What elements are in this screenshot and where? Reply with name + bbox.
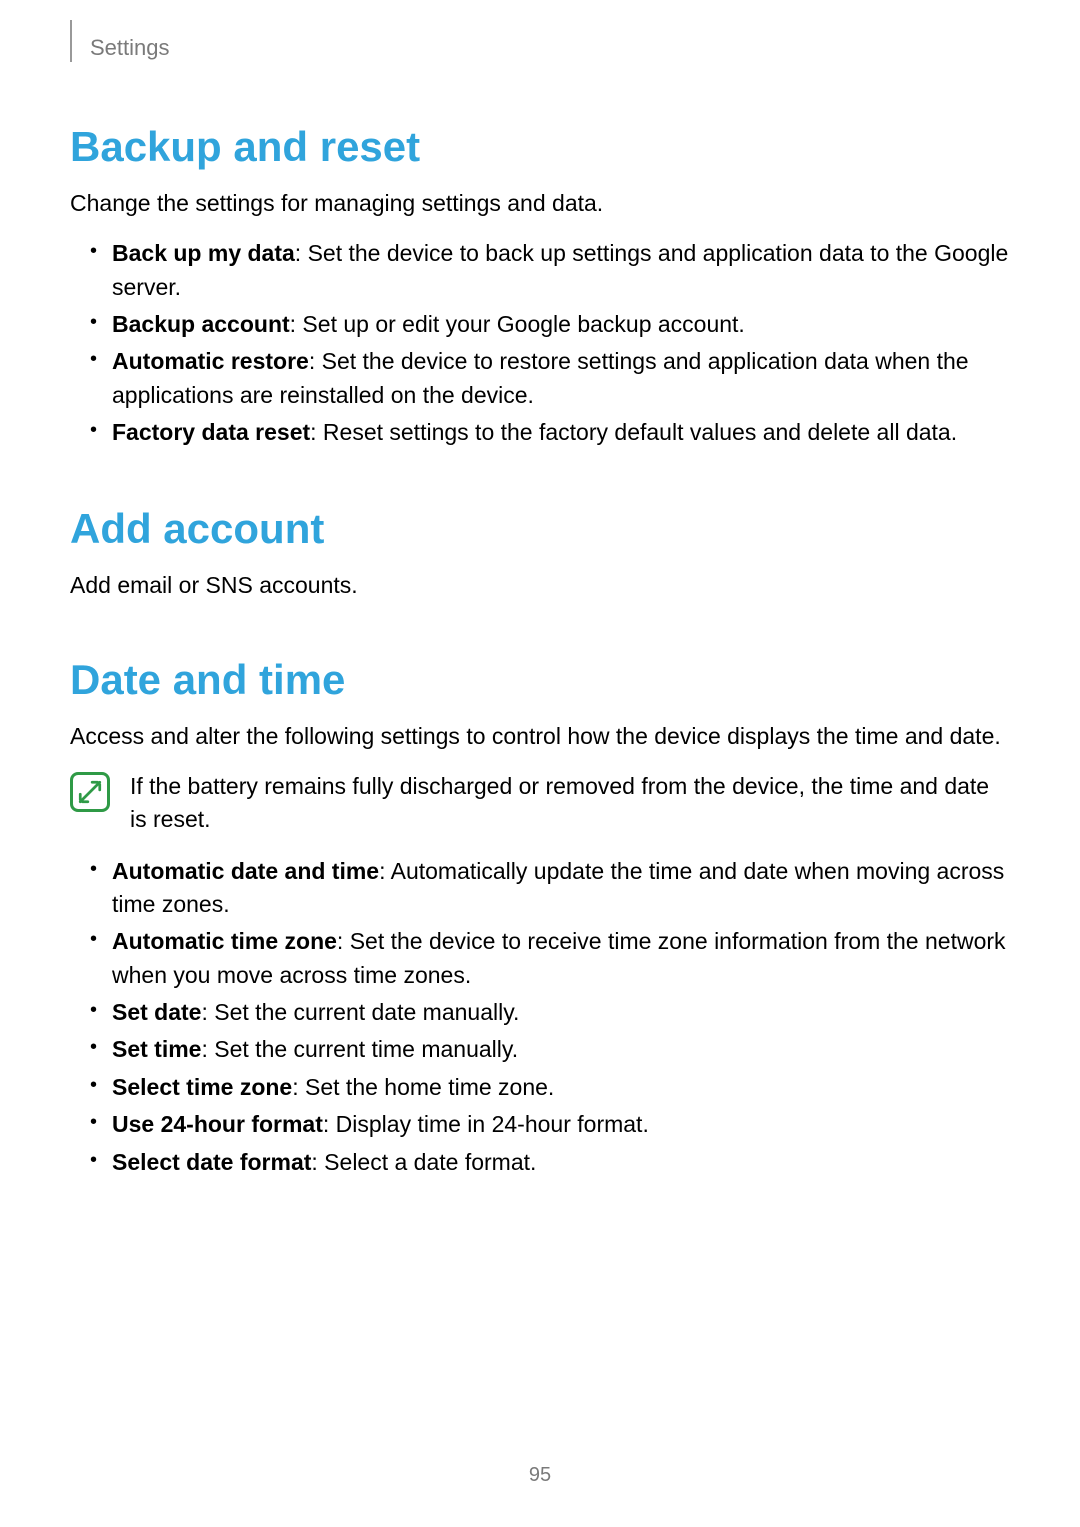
header-bar: Settings bbox=[70, 30, 1010, 72]
heading-date-and-time: Date and time bbox=[70, 655, 1010, 705]
item-desc: : Display time in 24-hour format. bbox=[323, 1111, 649, 1137]
item-label: Automatic time zone bbox=[112, 928, 337, 954]
item-desc: : Select a date format. bbox=[311, 1149, 536, 1175]
list-item: Set time: Set the current time manually. bbox=[112, 1033, 1010, 1066]
heading-add-account: Add account bbox=[70, 504, 1010, 554]
intro-backup: Change the settings for managing setting… bbox=[70, 188, 1010, 219]
item-label: Set date bbox=[112, 999, 201, 1025]
item-label: Automatic restore bbox=[112, 348, 309, 374]
list-item: Select time zone: Set the home time zone… bbox=[112, 1071, 1010, 1104]
list-item: Back up my data: Set the device to back … bbox=[112, 237, 1010, 304]
item-label: Backup account bbox=[112, 311, 290, 337]
header-divider bbox=[70, 20, 72, 62]
item-label: Select time zone bbox=[112, 1074, 292, 1100]
note-text: If the battery remains fully discharged … bbox=[130, 770, 1010, 834]
item-label: Factory data reset bbox=[112, 419, 310, 445]
item-label: Set time bbox=[112, 1036, 201, 1062]
list-date-time: Automatic date and time: Automatically u… bbox=[70, 855, 1010, 1179]
section-add-account: Add account Add email or SNS accounts. bbox=[70, 504, 1010, 601]
section-date-and-time: Date and time Access and alter the follo… bbox=[70, 655, 1010, 1179]
intro-date-time: Access and alter the following settings … bbox=[70, 721, 1010, 752]
list-item: Automatic time zone: Set the device to r… bbox=[112, 925, 1010, 992]
breadcrumb: Settings bbox=[90, 35, 170, 61]
item-desc: : Set the current date manually. bbox=[201, 999, 519, 1025]
page-number: 95 bbox=[0, 1464, 1080, 1487]
list-item: Factory data reset: Reset settings to th… bbox=[112, 416, 1010, 449]
list-item: Automatic restore: Set the device to res… bbox=[112, 345, 1010, 412]
item-desc: : Set up or edit your Google backup acco… bbox=[290, 311, 745, 337]
list-item: Use 24-hour format: Display time in 24-h… bbox=[112, 1108, 1010, 1141]
item-desc: : Set the current time manually. bbox=[201, 1036, 518, 1062]
item-label: Automatic date and time bbox=[112, 858, 379, 884]
list-item: Set date: Set the current date manually. bbox=[112, 996, 1010, 1029]
list-item: Backup account: Set up or edit your Goog… bbox=[112, 308, 1010, 341]
heading-backup-and-reset: Backup and reset bbox=[70, 122, 1010, 172]
item-label: Back up my data bbox=[112, 240, 295, 266]
note-box: If the battery remains fully discharged … bbox=[70, 770, 1010, 834]
list-item: Select date format: Select a date format… bbox=[112, 1146, 1010, 1179]
list-backup: Back up my data: Set the device to back … bbox=[70, 237, 1010, 449]
item-desc: : Reset settings to the factory default … bbox=[310, 419, 957, 445]
item-label: Use 24-hour format bbox=[112, 1111, 323, 1137]
item-label: Select date format bbox=[112, 1149, 311, 1175]
note-icon bbox=[70, 772, 110, 812]
manual-page: Settings Backup and reset Change the set… bbox=[0, 0, 1080, 1179]
item-desc: : Set the home time zone. bbox=[292, 1074, 554, 1100]
intro-add-account: Add email or SNS accounts. bbox=[70, 570, 1010, 601]
section-backup-and-reset: Backup and reset Change the settings for… bbox=[70, 122, 1010, 450]
list-item: Automatic date and time: Automatically u… bbox=[112, 855, 1010, 922]
